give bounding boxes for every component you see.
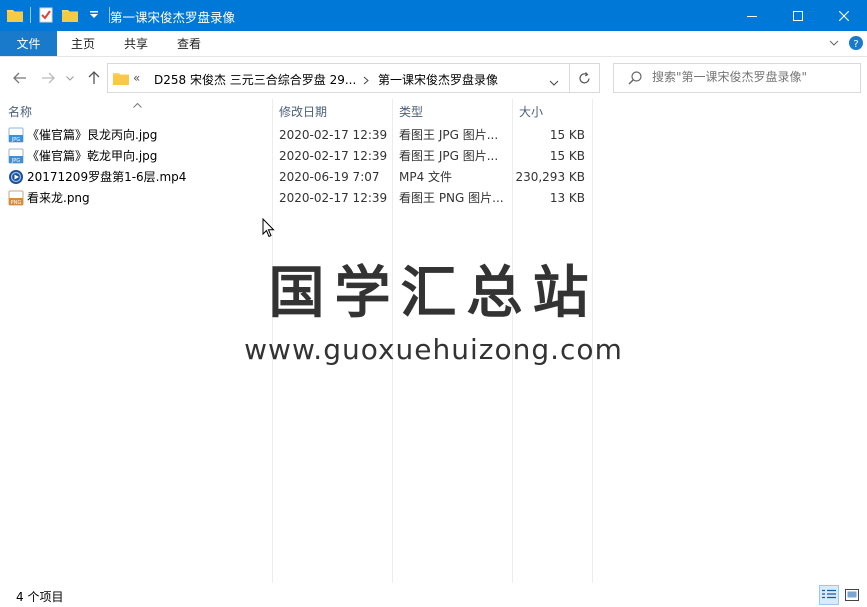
customize-toolbar-dropdown-icon[interactable] <box>85 6 103 24</box>
forward-button[interactable] <box>38 68 58 88</box>
file-type: 看图王 PNG 图片... <box>399 191 504 205</box>
mouse-cursor-icon <box>262 217 275 241</box>
jpg-file-icon: JPG <box>8 148 24 164</box>
breadcrumb-overflow[interactable]: « <box>133 71 140 85</box>
watermark: 国学汇总站 www.guoxuehuizong.com <box>0 248 867 366</box>
window-title: 第一课宋俊杰罗盘录像 <box>110 10 236 25</box>
maximize-icon <box>793 10 803 21</box>
file-size: 13 KB <box>549 190 585 205</box>
search-input[interactable] <box>652 70 852 84</box>
watermark-title: 国学汇总站 <box>268 261 599 326</box>
folder-icon <box>113 71 129 88</box>
file-type: 看图王 JPG 图片... <box>399 149 499 163</box>
file-size: 15 KB <box>549 127 585 142</box>
file-modified: 2020-02-17 12:39 <box>279 190 388 205</box>
breadcrumb-current[interactable]: 第一课宋俊杰罗盘录像 <box>378 71 498 88</box>
file-modified: 2020-02-17 12:39 <box>279 148 388 163</box>
column-header-modified[interactable]: 修改日期 <box>279 99 392 123</box>
up-button[interactable] <box>84 68 104 88</box>
maximize-button[interactable] <box>775 0 821 31</box>
address-history-chevron-icon[interactable] <box>549 75 559 89</box>
back-button[interactable] <box>10 68 30 88</box>
expand-ribbon-chevron-icon[interactable] <box>826 35 842 51</box>
minimize-icon <box>747 15 757 17</box>
new-folder-icon[interactable] <box>61 6 79 24</box>
file-row[interactable]: JPG 《催官篇》艮龙丙向.jpg 2020-02-17 12:39 看图王 J… <box>0 124 600 145</box>
watermark-url: www.guoxuehuizong.com <box>244 333 623 366</box>
file-type: MP4 文件 <box>399 170 453 184</box>
refresh-button[interactable] <box>570 63 600 93</box>
title-bar: 第一课宋俊杰罗盘录像 <box>0 0 867 31</box>
close-button[interactable] <box>821 0 867 31</box>
file-name: 20171209罗盘第1-6层.mp4 <box>27 170 187 184</box>
svg-text:PNG: PNG <box>11 200 22 206</box>
png-file-icon: PNG <box>8 190 24 206</box>
file-name: 《催官篇》乾龙甲向.jpg <box>27 149 158 163</box>
large-icons-view-button[interactable] <box>842 585 862 605</box>
properties-icon[interactable] <box>37 6 55 24</box>
file-row[interactable]: JPG 《催官篇》乾龙甲向.jpg 2020-02-17 12:39 看图王 J… <box>0 145 600 166</box>
folder-icon <box>6 6 24 24</box>
svg-text:JPG: JPG <box>11 158 20 164</box>
svg-text:JPG: JPG <box>11 137 20 143</box>
help-icon[interactable]: ? <box>848 35 864 51</box>
tab-home[interactable]: 主页 <box>71 31 95 56</box>
navigation-bar: « D258 宋俊杰 三元三合综合罗盘 29... 第一课宋俊杰罗盘录像 <box>0 57 867 99</box>
up-arrow-icon <box>88 71 100 84</box>
tab-share[interactable]: 共享 <box>124 31 148 56</box>
back-arrow-icon <box>13 72 26 84</box>
mp4-file-icon <box>9 169 23 184</box>
jpg-file-icon: JPG <box>8 127 24 143</box>
refresh-icon <box>579 71 590 83</box>
column-header-type[interactable]: 类型 <box>399 99 512 123</box>
close-icon <box>839 10 849 21</box>
file-name: 《催官篇》艮龙丙向.jpg <box>27 128 158 142</box>
chevron-down-icon <box>66 75 74 81</box>
quick-access-toolbar <box>6 6 110 24</box>
minimize-button[interactable] <box>729 0 775 31</box>
forward-arrow-icon <box>42 72 55 84</box>
breadcrumb-separator-icon[interactable] <box>363 74 369 88</box>
ribbon-bar: 文件 主页 共享 查看 ? <box>0 31 867 57</box>
details-view-icon <box>822 589 836 599</box>
file-row[interactable]: 20171209罗盘第1-6层.mp4 2020-06-19 7:07 MP4 … <box>0 166 600 187</box>
recent-locations-dropdown[interactable] <box>63 68 77 88</box>
file-modified: 2020-06-19 7:07 <box>279 169 380 184</box>
tab-view[interactable]: 查看 <box>177 31 201 56</box>
file-size: 15 KB <box>549 148 585 163</box>
column-header-size[interactable]: 大小 <box>519 99 592 123</box>
details-view-button[interactable] <box>819 585 839 605</box>
search-box[interactable] <box>613 63 861 93</box>
tab-file[interactable]: 文件 <box>0 31 57 56</box>
breadcrumb-parent[interactable]: D258 宋俊杰 三元三合综合罗盘 29... <box>154 71 356 88</box>
file-name: 看来龙.png <box>27 191 90 205</box>
toolbar-separator <box>30 7 31 23</box>
file-type: 看图王 JPG 图片... <box>399 128 499 142</box>
address-bar[interactable]: « D258 宋俊杰 三元三合综合罗盘 29... 第一课宋俊杰罗盘录像 <box>107 63 570 93</box>
large-icons-view-icon <box>845 589 859 601</box>
column-header-name[interactable]: 名称 <box>8 99 272 123</box>
file-row[interactable]: PNG 看来龙.png 2020-02-17 12:39 看图王 PNG 图片.… <box>0 187 600 208</box>
column-headers: 名称 修改日期 类型 大小 <box>0 99 867 123</box>
item-count: 4 个项目 <box>16 590 64 604</box>
svg-text:?: ? <box>853 39 858 50</box>
file-size: 230,293 KB <box>515 169 585 184</box>
search-icon <box>628 71 642 88</box>
status-bar: 4 个项目 <box>0 583 867 607</box>
file-modified: 2020-02-17 12:39 <box>279 127 388 142</box>
